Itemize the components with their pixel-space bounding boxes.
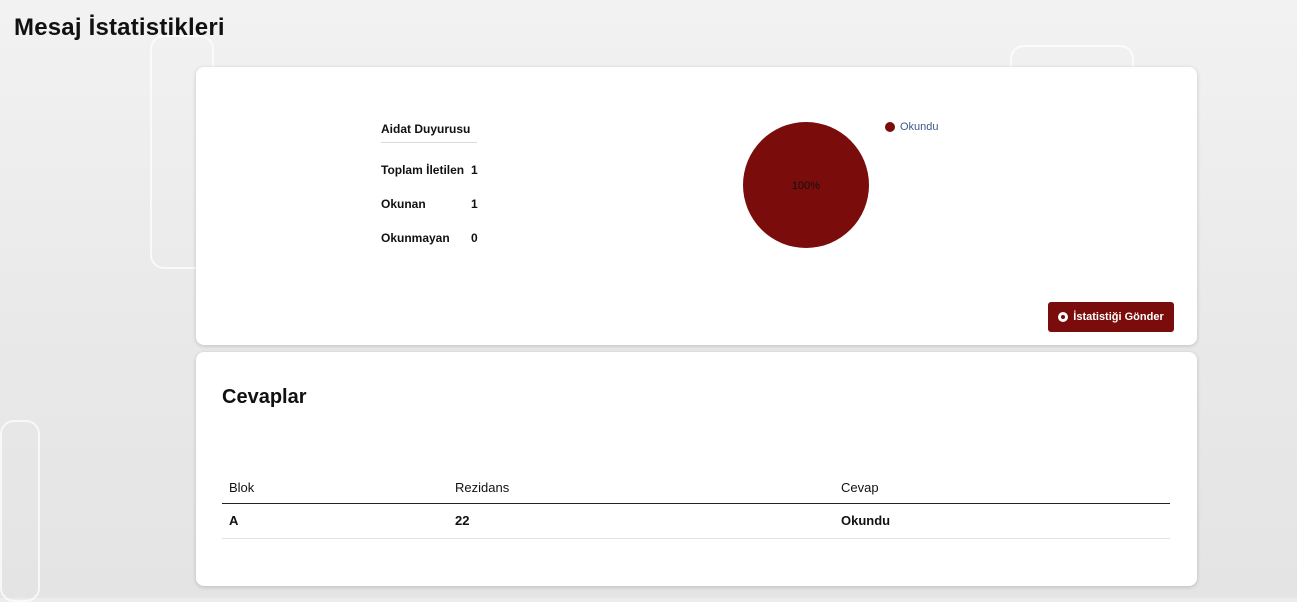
answers-table: Blok Rezidans Cevap A 22 Okundu [222, 476, 1170, 539]
legend-label: Okundu [900, 121, 939, 133]
pie-chart: 100% [743, 122, 869, 248]
stats-row-read: Okunan 1 [381, 197, 478, 211]
stats-value: 1 [471, 197, 478, 211]
column-header-rezidans[interactable]: Rezidans [448, 476, 834, 504]
stats-row-unread: Okunmayan 0 [381, 231, 478, 245]
stats-label: Okunan [381, 197, 426, 211]
column-header-cevap[interactable]: Cevap [834, 476, 1170, 504]
stats-card: Aidat Duyurusu Toplam İletilen 1 Okunan … [196, 67, 1197, 345]
table-row[interactable]: A 22 Okundu [222, 503, 1170, 539]
table-header-row: Blok Rezidans Cevap [222, 476, 1170, 504]
stats-value: 1 [471, 163, 478, 177]
send-icon [1058, 312, 1069, 322]
table-cell: Okundu [834, 503, 1170, 539]
message-title: Aidat Duyurusu [381, 122, 477, 143]
answers-title: Cevaplar [222, 386, 307, 408]
stats-summary: Aidat Duyurusu Toplam İletilen 1 Okunan … [381, 122, 478, 245]
answers-card: Cevaplar Blok Rezidans Cevap A 22 Okundu [196, 352, 1197, 586]
background-decoration [0, 420, 40, 602]
stats-label: Toplam İletilen [381, 163, 465, 177]
stats-label: Okunmayan [381, 231, 450, 245]
column-header-blok[interactable]: Blok [222, 476, 448, 504]
send-stats-label: İstatistiği Gönder [1073, 311, 1164, 323]
table-cell: 22 [448, 503, 834, 539]
stats-value: 0 [471, 231, 478, 245]
chart-legend[interactable]: Okundu [885, 121, 939, 133]
pie-data-label: 100% [792, 180, 820, 192]
legend-swatch [885, 122, 895, 132]
stats-row-total: Toplam İletilen 1 [381, 163, 478, 177]
page-title: Mesaj İstatistikleri [14, 14, 225, 41]
table-cell: A [222, 503, 448, 539]
send-stats-button[interactable]: İstatistiği Gönder [1048, 302, 1174, 332]
